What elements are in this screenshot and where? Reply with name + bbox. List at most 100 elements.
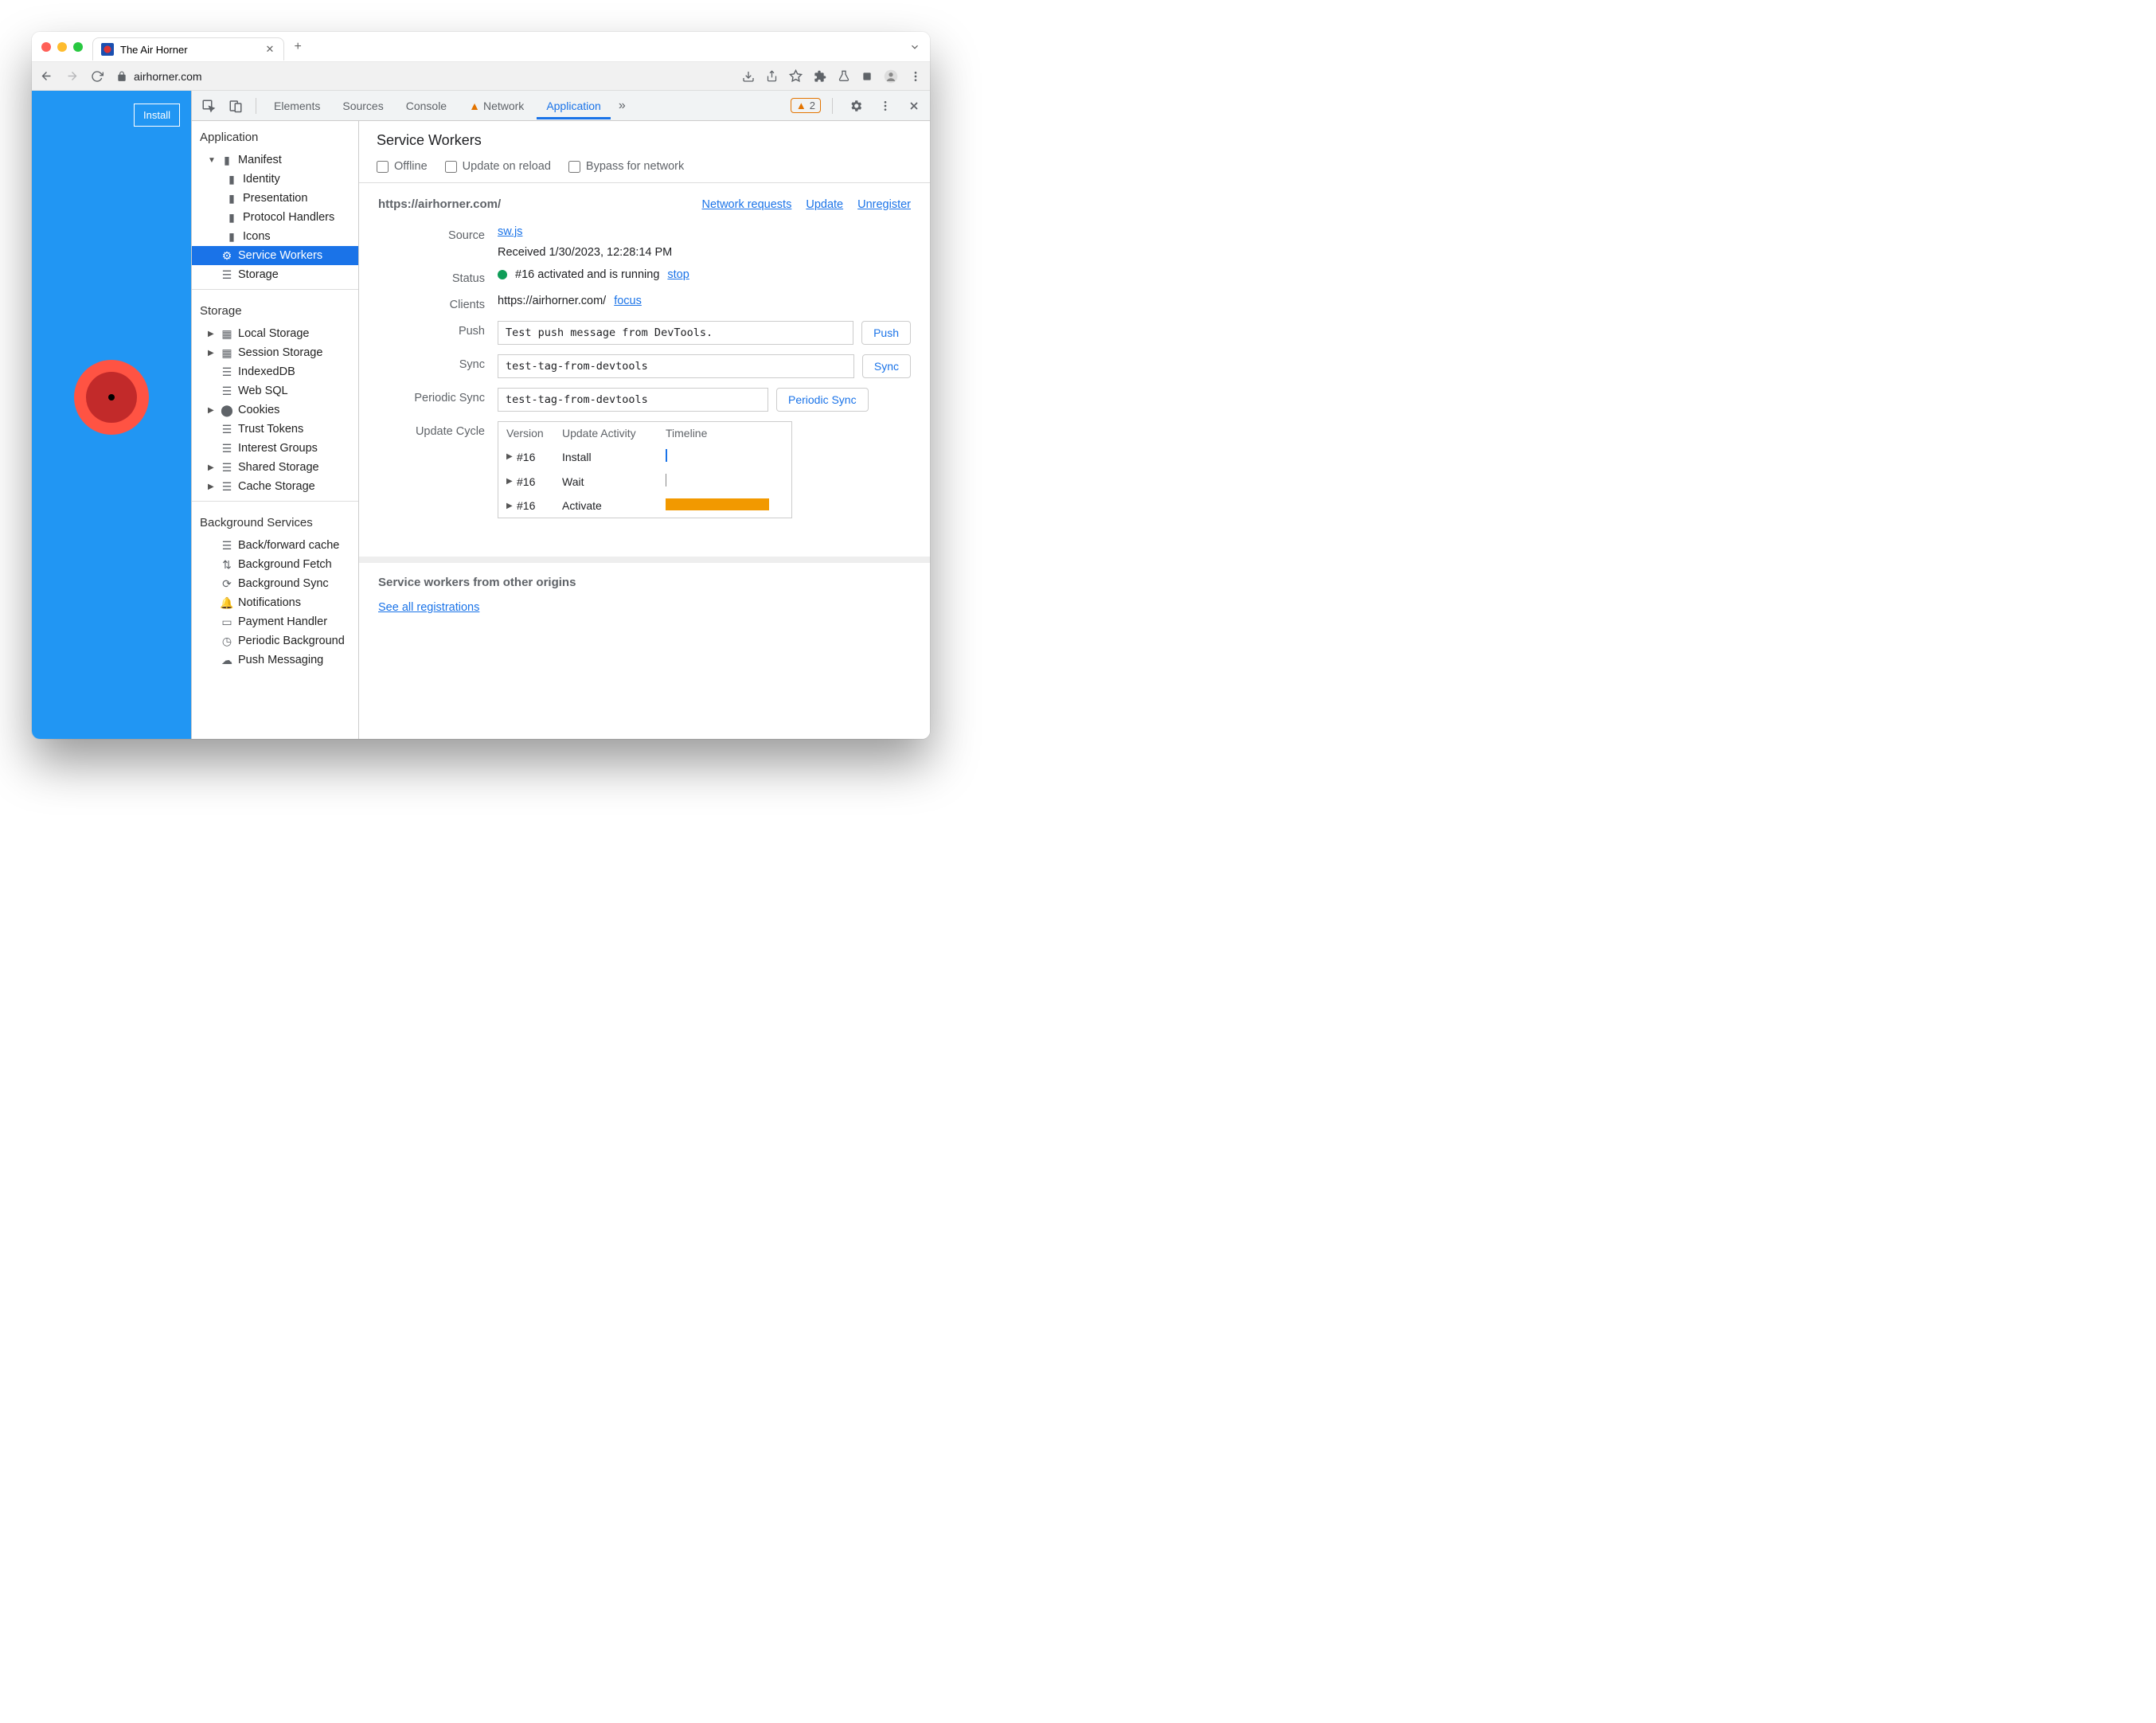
sidebar-item-interest-groups[interactable]: ☰Interest Groups [192,439,358,458]
panel-header: Service Workers Offline Update on reload… [359,121,930,183]
focus-link[interactable]: focus [614,295,642,307]
push-button[interactable]: Push [861,321,911,345]
install-button[interactable]: Install [134,104,180,127]
sidebar-item-indexeddb[interactable]: ☰IndexedDB [192,362,358,381]
kebab-menu-icon[interactable] [874,95,896,117]
sidebar-item-periodic-bg[interactable]: ◷Periodic Background [192,631,358,651]
database-icon: ☰ [221,268,233,281]
periodic-sync-input[interactable] [498,388,768,412]
periodic-sync-label: Periodic Sync [378,388,498,404]
browser-tab[interactable]: The Air Horner ✕ [92,37,284,61]
sidebar-item-cookies[interactable]: ▶⬤Cookies [192,400,358,420]
device-toolbar-icon[interactable] [224,94,248,118]
airhorn-button[interactable] [74,360,149,435]
close-window-button[interactable] [41,42,51,52]
service-workers-panel: Service Workers Offline Update on reload… [359,121,930,739]
sidebar-item-shared-storage[interactable]: ▶☰Shared Storage [192,458,358,477]
minimize-window-button[interactable] [57,42,67,52]
sync-label: Sync [378,354,498,371]
unregister-link[interactable]: Unregister [857,198,911,211]
push-input[interactable] [498,321,853,345]
devtools-body: Application ▼▮Manifest ▮Identity ▮Presen… [192,121,930,739]
chevron-down-icon[interactable] [909,41,920,53]
sync-button[interactable]: Sync [862,354,911,378]
transfer-icon: ⇅ [221,558,233,571]
url-actions [742,69,922,84]
file-icon: ▮ [225,230,238,243]
menu-icon[interactable] [909,70,922,83]
received-text: Received 1/30/2023, 12:28:14 PM [498,246,672,259]
status-text: #16 activated and is running [515,268,659,281]
stop-link[interactable]: stop [667,268,689,281]
favicon [101,43,114,56]
cycle-row[interactable]: ▶#16 Wait [498,469,791,494]
close-devtools-icon[interactable] [903,95,925,117]
cycle-row[interactable]: ▶#16 Activate [498,494,791,518]
new-tab-button[interactable]: + [294,40,301,54]
periodic-sync-button[interactable]: Periodic Sync [776,388,869,412]
col-activity: Update Activity [562,427,666,440]
bookmark-icon[interactable] [789,69,803,83]
share-icon[interactable] [766,70,778,82]
url-text: airhorner.com [134,70,202,83]
profile-icon[interactable] [884,69,898,84]
sidebar-item-local-storage[interactable]: ▶▦Local Storage [192,324,358,343]
source-file-link[interactable]: sw.js [498,225,522,238]
database-icon: ☰ [221,385,233,397]
sidebar-item-payment[interactable]: ▭Payment Handler [192,612,358,631]
sidebar-item-manifest[interactable]: ▼▮Manifest [192,150,358,170]
update-on-reload-checkbox[interactable]: Update on reload [445,160,551,173]
file-icon: ▮ [225,192,238,205]
sidebar-item-protocol-handlers[interactable]: ▮Protocol Handlers [192,208,358,227]
other-origins-title: Service workers from other origins [378,576,911,589]
back-button[interactable] [40,69,54,83]
extensions-icon[interactable] [814,70,826,83]
sidebar-item-storage[interactable]: ☰Storage [192,265,358,284]
timeline-tick-icon [666,449,667,462]
sidebar-item-notifications[interactable]: 🔔Notifications [192,593,358,612]
sidebar-item-websql[interactable]: ☰Web SQL [192,381,358,400]
tab-application[interactable]: Application [537,92,611,119]
sidebar-item-session-storage[interactable]: ▶▦Session Storage [192,343,358,362]
sidebar-item-identity[interactable]: ▮Identity [192,170,358,189]
more-tabs-icon[interactable]: » [614,94,631,118]
page-preview: Install [32,91,191,739]
network-requests-link[interactable]: Network requests [702,198,792,211]
tab-elements[interactable]: Elements [264,92,330,119]
tab-network[interactable]: ▲ Network [459,92,533,119]
inspect-element-icon[interactable] [197,94,221,118]
source-label: Source [378,225,498,242]
grid-icon: ▦ [221,346,233,359]
update-cycle-label: Update Cycle [378,421,498,438]
maximize-window-button[interactable] [73,42,83,52]
forward-button[interactable] [65,69,80,83]
warning-badge[interactable]: ▲ 2 [791,98,821,113]
sidebar-item-icons[interactable]: ▮Icons [192,227,358,246]
sidebar-item-presentation[interactable]: ▮Presentation [192,189,358,208]
url-field[interactable]: airhorner.com [116,70,731,83]
bypass-network-checkbox[interactable]: Bypass for network [568,160,684,173]
airhorn-center [108,394,115,400]
labs-icon[interactable] [838,70,850,83]
airhorn-inner [86,372,137,423]
sidebar-item-bg-fetch[interactable]: ⇅Background Fetch [192,555,358,574]
cycle-row[interactable]: ▶#16 Install [498,444,791,469]
update-icon[interactable] [861,71,873,82]
sync-input[interactable] [498,354,854,378]
see-all-registrations-link[interactable]: See all registrations [378,601,479,614]
content-area: Install Elements Sources Console [32,91,930,739]
tab-console[interactable]: Console [396,92,456,119]
sidebar-item-push-msg[interactable]: ☁Push Messaging [192,651,358,670]
update-link[interactable]: Update [806,198,843,211]
settings-icon[interactable] [844,94,868,118]
reload-button[interactable] [91,70,105,83]
sidebar-item-service-workers[interactable]: ⚙Service Workers [192,246,358,265]
sidebar-item-bg-sync[interactable]: ⟳Background Sync [192,574,358,593]
sidebar-item-cache-storage[interactable]: ▶☰Cache Storage [192,477,358,496]
sidebar-item-trust-tokens[interactable]: ☰Trust Tokens [192,420,358,439]
download-icon[interactable] [742,70,755,83]
tab-sources[interactable]: Sources [333,92,393,119]
offline-checkbox[interactable]: Offline [377,160,428,173]
sidebar-item-bf-cache[interactable]: ☰Back/forward cache [192,536,358,555]
close-tab-icon[interactable]: ✕ [266,43,275,56]
